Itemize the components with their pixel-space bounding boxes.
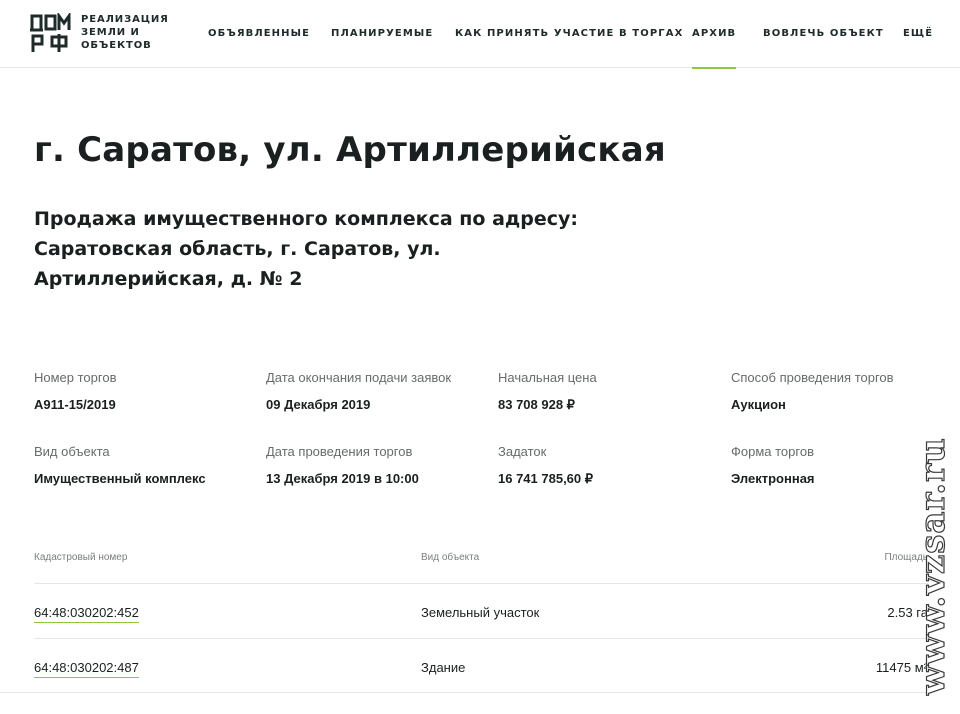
- nav-item-more[interactable]: ЕЩЁ: [903, 28, 933, 39]
- info-value: 13 Декабря 2019 в 10:00: [266, 471, 419, 486]
- table-bottom-divider: [0, 692, 928, 693]
- main-nav: ОБЪЯВЛЕННЫЕ ПЛАНИРУЕМЫЕ КАК ПРИНЯТЬ УЧАС…: [0, 28, 960, 69]
- nav-item-archive[interactable]: АРХИВ: [692, 28, 737, 69]
- info-value: 09 Декабря 2019: [266, 397, 371, 412]
- info-label: Вид объекта: [34, 444, 110, 459]
- cadastral-number-link[interactable]: 64:48:030202:452: [34, 605, 139, 623]
- nav-item-planned[interactable]: ПЛАНИРУЕМЫЕ: [331, 28, 433, 39]
- info-value: Имущественный комплекс: [34, 471, 206, 486]
- logo-line-1: РЕАЛИЗАЦИЯ: [81, 14, 169, 25]
- info-value: А911-15/2019: [34, 397, 116, 412]
- object-type-cell: Земельный участок: [421, 605, 540, 620]
- info-label: Задаток: [498, 444, 547, 459]
- info-deposit: Задаток 16 741 785,60 ₽: [498, 444, 728, 487]
- info-label: Дата окончания подачи заявок: [266, 370, 452, 385]
- nav-item-involve-object[interactable]: ВОВЛЕЧЬ ОБЪЕКТ: [763, 28, 884, 39]
- info-value: 83 708 928 ₽: [498, 397, 575, 412]
- site-header: РЕАЛИЗАЦИЯ ЗЕМЛИ И ОБЪЕКТОВ ОБЪЯВЛЕННЫЕ …: [0, 0, 960, 69]
- info-start-price: Начальная цена 83 708 928 ₽: [498, 370, 728, 413]
- watermark-text: www.vzsar.ru: [913, 437, 952, 696]
- info-object-type: Вид объекта Имущественный комплекс: [34, 444, 264, 486]
- nav-item-how-to-participate[interactable]: КАК ПРИНЯТЬ УЧАСТИЕ В ТОРГАХ: [455, 28, 683, 39]
- info-lot-number: Номер торгов А911-15/2019: [34, 370, 264, 412]
- cadastral-number-link[interactable]: 64:48:030202:487: [34, 660, 139, 678]
- nav-item-announced[interactable]: ОБЪЯВЛЕННЫЕ: [208, 28, 310, 39]
- table-row: 64:48:030202:452 Земельный участок 2.53 …: [34, 583, 928, 637]
- info-deadline: Дата окончания подачи заявок 09 Декабря …: [266, 370, 496, 412]
- object-type-cell: Здание: [421, 660, 466, 675]
- table-row: 64:48:030202:487 Здание 11475 м²: [34, 638, 928, 692]
- column-header-type: Вид объекта: [421, 552, 480, 563]
- page-title: г. Саратов, ул. Артиллерийская: [34, 130, 666, 170]
- info-label: Номер торгов: [34, 370, 117, 385]
- info-value: 16 741 785,60 ₽: [498, 471, 594, 486]
- column-header-cadastral: Кадастровый номер: [34, 552, 128, 563]
- page-subtitle: Продажа имущественного комплекса по адре…: [34, 208, 578, 290]
- info-label: Дата проведения торгов: [266, 444, 413, 459]
- watermark: www.vzsar.ru: [912, 437, 952, 697]
- info-label: Начальная цена: [498, 370, 597, 385]
- info-auction-date: Дата проведения торгов 13 Декабря 2019 в…: [266, 444, 496, 486]
